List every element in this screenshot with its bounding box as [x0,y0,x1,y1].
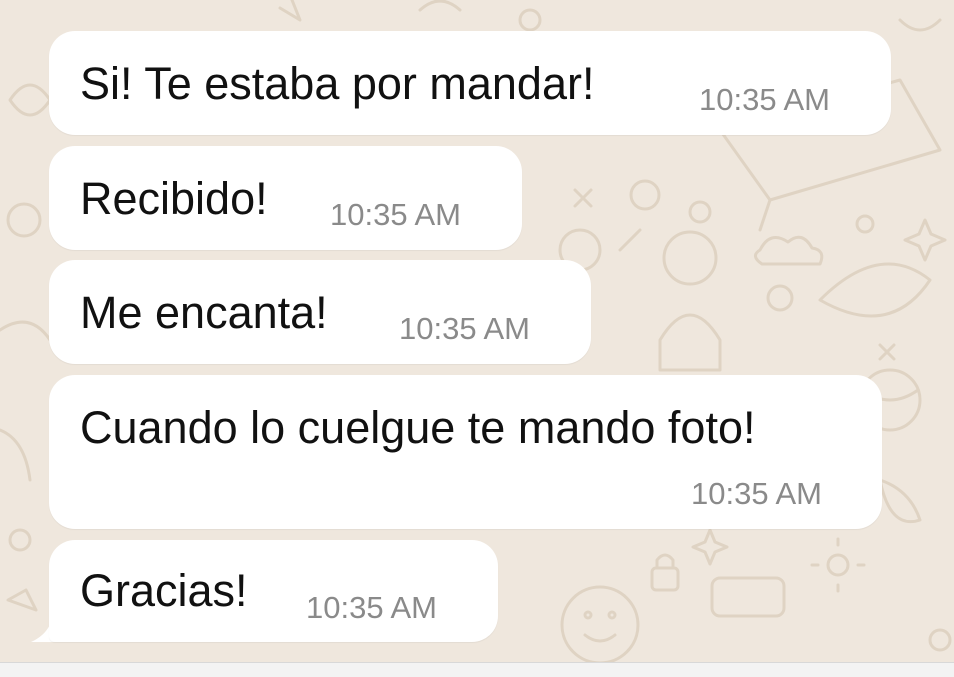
message-timestamp: 10:35 AM [699,82,830,117]
message-text: Cuando lo cuelgue te mando foto! [80,402,756,453]
message-bubble[interactable]: Gracias! 10:35 AM [49,540,498,642]
message-bubble[interactable]: Recibido! 10:35 AM [49,146,522,250]
input-bar-edge [0,662,954,677]
message-text: Si! Te estaba por mandar! [80,58,595,109]
message-bubble[interactable]: Me encanta! 10:35 AM [49,260,591,364]
message-timestamp: 10:35 AM [330,197,461,232]
message-bubble[interactable]: Cuando lo cuelgue te mando foto! 10:35 A… [49,375,882,529]
message-timestamp: 10:35 AM [306,590,437,625]
message-text: Me encanta! [80,287,328,338]
message-timestamp: 10:35 AM [691,476,822,511]
message-text: Recibido! [80,173,268,224]
message-timestamp: 10:35 AM [399,311,530,346]
message-bubble[interactable]: Si! Te estaba por mandar! 10:35 AM [49,31,891,135]
message-text: Gracias! [80,565,248,616]
